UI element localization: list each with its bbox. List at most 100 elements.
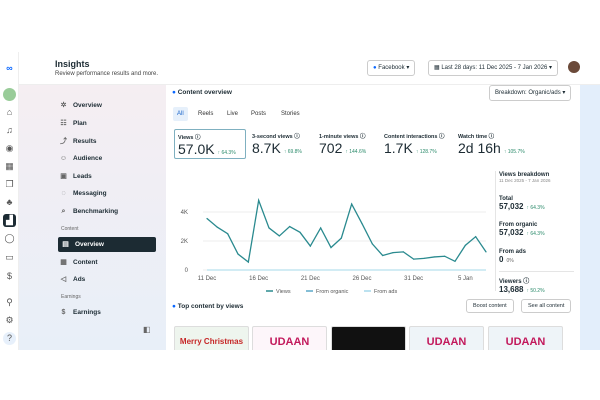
tab-live[interactable]: Live: [223, 107, 242, 121]
sidebar-item-results[interactable]: ⤴ Results: [59, 135, 96, 148]
sidebar-item-content[interactable]: ▦ Content: [59, 256, 97, 269]
content-thumbnail[interactable]: UDAAN: [488, 326, 563, 350]
page-avatar-icon[interactable]: [3, 88, 16, 101]
left-rail: ∞ ⌂ ♫ ◉ ▦ ❐ ♣ ▟ ◯ ▭ $ ⚲ ⚙ ?: [0, 52, 19, 350]
breakdown-ads: From ads 0 0%: [499, 249, 526, 264]
metric-views[interactable]: Views ⓘ 57.0K ↑ 64.3%: [174, 129, 246, 159]
data-point: [392, 252, 394, 254]
x-tick-label: 31 Dec: [404, 276, 423, 282]
sidebar-item-messaging[interactable]: ◌ Messaging: [59, 187, 106, 200]
date-range-label: Last 28 days: 11 Dec 2025 - 7 Jan 2026: [441, 65, 548, 71]
table-icon[interactable]: ▦: [3, 160, 16, 173]
sidebar-item-label: Overview: [75, 241, 104, 248]
sidebar-item-benchmarking[interactable]: ⌕ Benchmarking: [59, 205, 119, 218]
boost-content-button[interactable]: Boost content: [466, 299, 514, 313]
platform-dropdown[interactable]: ● Facebook ▾: [367, 60, 416, 76]
metric-watch-time[interactable]: Watch time ⓘ 2d 16h ↑ 105.7%: [455, 129, 528, 159]
data-point: [268, 227, 270, 229]
divider: [495, 171, 496, 291]
pages-icon[interactable]: ❐: [3, 178, 16, 191]
collapse-sidebar-icon[interactable]: ◧: [143, 325, 151, 334]
tab-posts[interactable]: Posts: [247, 107, 270, 121]
sidebar-item-label: Overview: [73, 102, 102, 109]
sidebar-item-plan[interactable]: ☷ Plan: [59, 117, 87, 130]
sidebar-item-leads[interactable]: ▣ Leads: [59, 170, 92, 183]
insights-icon[interactable]: ▟: [3, 214, 16, 227]
sidebar-item-content-overview[interactable]: ▤ Overview: [58, 237, 156, 252]
metric-1-minute-views[interactable]: 1-minute views ⓘ 702 ↑ 144.6%: [316, 129, 369, 159]
date-range-dropdown[interactable]: ▦ Last 28 days: 11 Dec 2025 - 7 Jan 2026…: [428, 60, 558, 76]
content-thumbnail[interactable]: UDAAN: [409, 326, 484, 350]
sidebar-item-label: Ads: [73, 276, 86, 283]
data-point: [309, 245, 311, 247]
data-point: [402, 251, 404, 253]
metric-value: 57.0K: [178, 141, 215, 157]
gamepad-icon[interactable]: ♣: [3, 196, 16, 209]
data-point: [371, 243, 373, 245]
sidebar-item-earnings[interactable]: $ Earnings: [59, 306, 101, 319]
views-line-chart: 0 2K 4K 11 Dec 16 Dec 21 Dec 26 Dec 31 Dec 5 Jan…: [181, 197, 487, 295]
content-thumbnail[interactable]: UDAAN: [252, 326, 327, 350]
info-icon: ⓘ: [439, 134, 445, 140]
megaphone-icon: ◁: [60, 276, 67, 283]
stat-delta: ↑ 64.3%: [526, 205, 545, 211]
help-icon[interactable]: ?: [3, 332, 16, 345]
id-card-icon[interactable]: ▭: [3, 251, 16, 264]
sidebar-item-label: Plan: [73, 120, 87, 127]
page-header: Insights Review performance results and …: [19, 52, 600, 85]
metric-3-second-views[interactable]: 3-second views ⓘ 8.7K ↑ 69.8%: [249, 129, 305, 159]
legend-label: Views: [276, 289, 291, 295]
tab-reels[interactable]: Reels: [194, 107, 217, 121]
x-tick-label: 11 Dec: [198, 276, 217, 282]
content-thumbnail[interactable]: Merry Christmas: [174, 326, 249, 350]
x-tick-label: 26 Dec: [352, 276, 371, 282]
settings-icon[interactable]: ⚙: [3, 314, 16, 327]
breakdown-range: 11 Dec 2025 - 7 Jan 2026: [499, 178, 551, 183]
sidebar-item-audience[interactable]: ☺ Audience: [59, 152, 102, 165]
data-point: [475, 236, 477, 238]
content-icon: ▦: [60, 259, 67, 266]
sidebar-item-ads[interactable]: ◁ Ads: [59, 273, 85, 286]
search-icon[interactable]: ⚲: [3, 296, 16, 309]
tab-all[interactable]: All: [173, 107, 188, 121]
target-icon[interactable]: ◉: [3, 142, 16, 155]
breakdown-dropdown[interactable]: Breakdown: Organic/ads ▾: [489, 85, 572, 101]
stat-value: 57,032: [499, 202, 524, 211]
dollar-icon[interactable]: $: [3, 270, 16, 283]
metric-content-interactions[interactable]: Content interactions ⓘ 1.7K ↑ 128.7%: [381, 129, 448, 159]
tab-stories[interactable]: Stories: [277, 107, 304, 121]
views-breakdown-title: Views breakdown 11 Dec 2025 - 7 Jan 2026: [499, 172, 550, 183]
benchmarking-icon: ⌕: [61, 208, 66, 215]
data-point: [361, 223, 363, 225]
data-point: [289, 225, 291, 228]
content-thumbnail[interactable]: [331, 326, 406, 350]
sidebar: ✲ Overview ☷ Plan ⤴ Results ☺ Audience ▣ Lead…: [19, 85, 166, 350]
meta-logo-icon[interactable]: ∞: [3, 62, 16, 75]
y-tick-label: 0: [185, 268, 189, 274]
data-point: [423, 257, 425, 259]
data-point: [454, 260, 456, 262]
stat-value: 0: [499, 255, 504, 264]
home-icon[interactable]: ⌂: [3, 106, 16, 119]
content-overview-label: Content overview: [177, 89, 232, 96]
audience-icon: ☺: [59, 155, 68, 162]
data-point: [247, 261, 249, 263]
metric-value: 1.7K: [384, 140, 413, 156]
y-tick-label: 2K: [181, 239, 188, 245]
chat-icon[interactable]: ◯: [3, 232, 16, 245]
page-subtitle: Review performance results and more.: [55, 71, 159, 77]
data-point: [351, 203, 353, 205]
top-content-title: ● Top content by views: [172, 303, 243, 310]
data-point: [206, 217, 208, 220]
metric-delta: ↑ 128.7%: [415, 149, 437, 155]
section-label-earnings: Earnings: [61, 294, 81, 300]
see-all-content-button[interactable]: See all content: [521, 299, 572, 313]
overview-icon: ▤: [62, 241, 69, 248]
notifications-icon[interactable]: ♫: [3, 124, 16, 137]
x-tick-label: 21 Dec: [301, 276, 320, 282]
sidebar-item-overview[interactable]: ✲ Overview: [59, 99, 102, 112]
profile-avatar[interactable]: [568, 61, 580, 73]
metric-value: 702: [319, 140, 343, 156]
messaging-icon: ◌: [61, 190, 66, 197]
metric-value: 2d 16h: [458, 140, 501, 156]
